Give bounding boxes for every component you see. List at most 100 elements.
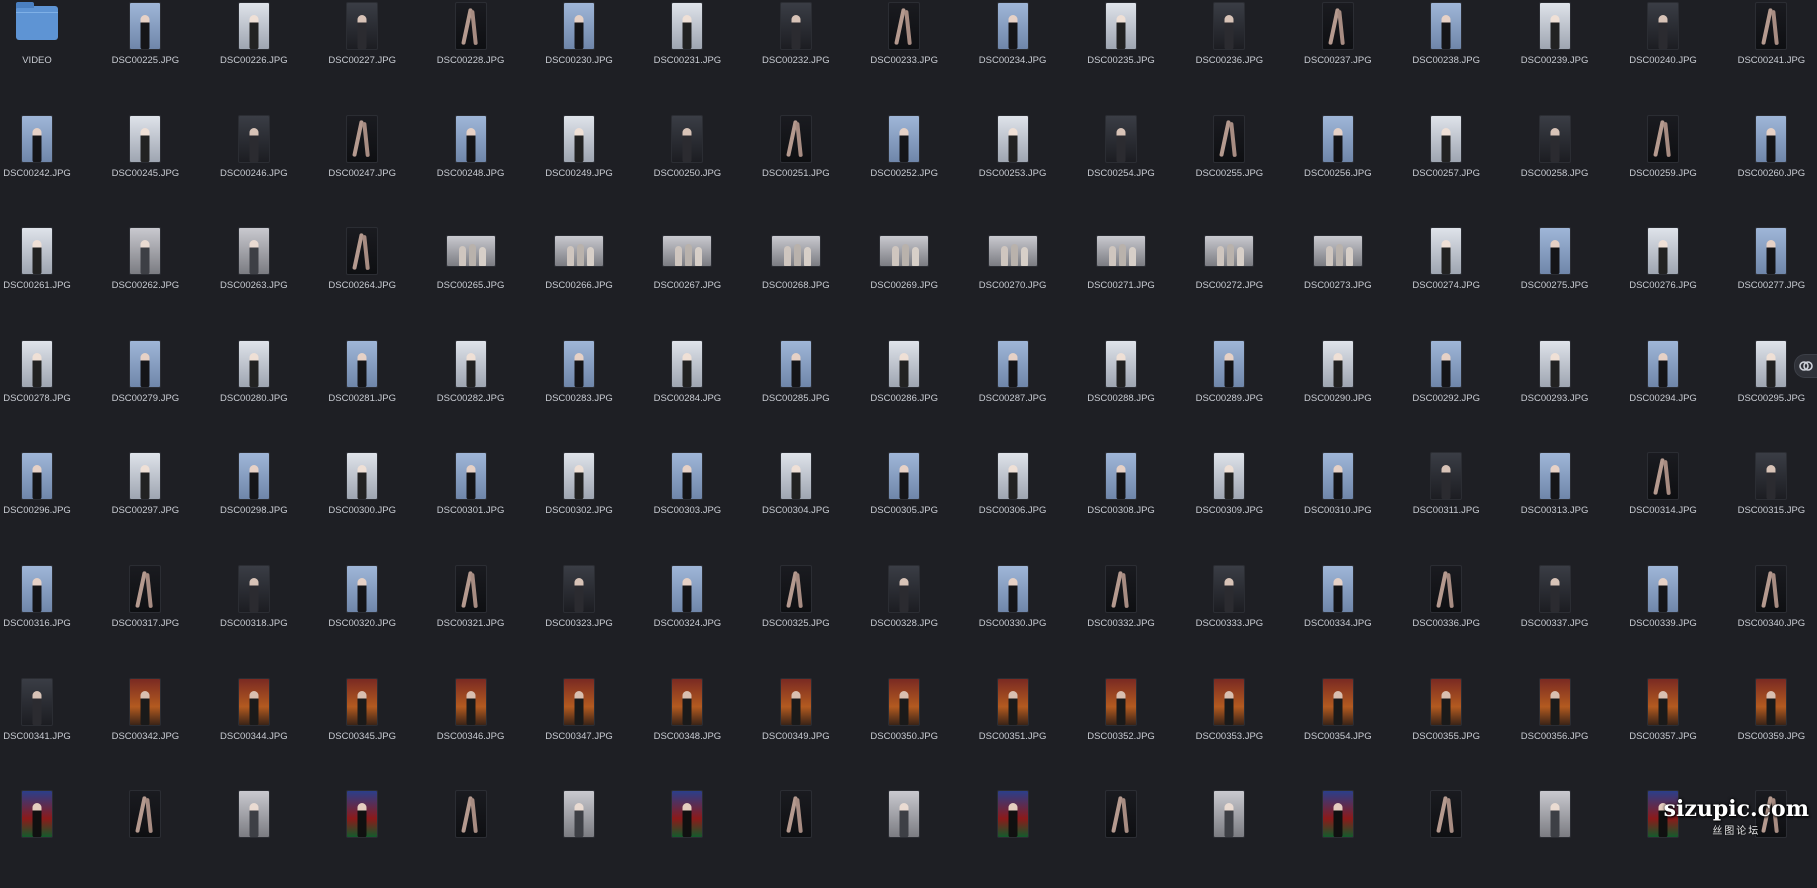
file-item[interactable]: DSC00315.JPG	[1723, 450, 1817, 550]
file-item[interactable]: DSC00287.JPG	[965, 338, 1061, 438]
file-item[interactable]: DSC00348.JPG	[639, 676, 735, 776]
file-item[interactable]: DSC00317.JPG	[97, 563, 193, 663]
file-item[interactable]: DSC00255.JPG	[1181, 113, 1277, 213]
file-item[interactable]: DSC00323.JPG	[531, 563, 627, 663]
file-item[interactable]: DSC00282.JPG	[423, 338, 519, 438]
file-item[interactable]: DSC00356.JPG	[1507, 676, 1603, 776]
file-item[interactable]	[1290, 788, 1386, 888]
file-item[interactable]: DSC00357.JPG	[1615, 676, 1711, 776]
file-item[interactable]: DSC00318.JPG	[206, 563, 302, 663]
file-item[interactable]: DSC00309.JPG	[1181, 450, 1277, 550]
file-item[interactable]: DSC00281.JPG	[314, 338, 410, 438]
file-item[interactable]: DSC00339.JPG	[1615, 563, 1711, 663]
file-item[interactable]: DSC00251.JPG	[748, 113, 844, 213]
file-item[interactable]: DSC00228.JPG	[423, 0, 519, 100]
file-item[interactable]: DSC00325.JPG	[748, 563, 844, 663]
file-item[interactable]: DSC00346.JPG	[423, 676, 519, 776]
file-item[interactable]: DSC00320.JPG	[314, 563, 410, 663]
file-item[interactable]: DSC00285.JPG	[748, 338, 844, 438]
file-item[interactable]: DSC00344.JPG	[206, 676, 302, 776]
file-item[interactable]: DSC00239.JPG	[1507, 0, 1603, 100]
file-item[interactable]: DSC00265.JPG	[423, 225, 519, 325]
file-item[interactable]: DSC00280.JPG	[206, 338, 302, 438]
file-item[interactable]: DSC00349.JPG	[748, 676, 844, 776]
file-item[interactable]: DSC00277.JPG	[1723, 225, 1817, 325]
file-item[interactable]	[1507, 788, 1603, 888]
file-item[interactable]	[965, 788, 1061, 888]
file-item[interactable]: DSC00250.JPG	[639, 113, 735, 213]
file-item[interactable]: DSC00276.JPG	[1615, 225, 1711, 325]
file-item[interactable]: DSC00330.JPG	[965, 563, 1061, 663]
file-item[interactable]: DSC00238.JPG	[1398, 0, 1494, 100]
file-item[interactable]: DSC00328.JPG	[856, 563, 952, 663]
file-item[interactable]: DSC00233.JPG	[856, 0, 952, 100]
file-item[interactable]: DSC00321.JPG	[423, 563, 519, 663]
file-item[interactable]: DSC00332.JPG	[1073, 563, 1169, 663]
file-item[interactable]: DSC00302.JPG	[531, 450, 627, 550]
file-item[interactable]: DSC00301.JPG	[423, 450, 519, 550]
folder-item[interactable]: VIDEO	[0, 0, 85, 100]
file-item[interactable]	[314, 788, 410, 888]
file-item[interactable]: DSC00294.JPG	[1615, 338, 1711, 438]
file-item[interactable]: DSC00351.JPG	[965, 676, 1061, 776]
file-item[interactable]: DSC00354.JPG	[1290, 676, 1386, 776]
file-item[interactable]: DSC00347.JPG	[531, 676, 627, 776]
file-item[interactable]: DSC00292.JPG	[1398, 338, 1494, 438]
file-item[interactable]	[1398, 788, 1494, 888]
file-item[interactable]: DSC00333.JPG	[1181, 563, 1277, 663]
file-item[interactable]: DSC00237.JPG	[1290, 0, 1386, 100]
file-item[interactable]: DSC00305.JPG	[856, 450, 952, 550]
file-item[interactable]: DSC00298.JPG	[206, 450, 302, 550]
file-item[interactable]: DSC00263.JPG	[206, 225, 302, 325]
file-item[interactable]: DSC00252.JPG	[856, 113, 952, 213]
file-item[interactable]: DSC00259.JPG	[1615, 113, 1711, 213]
file-item[interactable]: DSC00296.JPG	[0, 450, 85, 550]
file-item[interactable]: DSC00232.JPG	[748, 0, 844, 100]
file-item[interactable]: DSC00240.JPG	[1615, 0, 1711, 100]
file-item[interactable]: DSC00341.JPG	[0, 676, 85, 776]
file-item[interactable]: DSC00261.JPG	[0, 225, 85, 325]
file-item[interactable]: DSC00345.JPG	[314, 676, 410, 776]
file-item[interactable]: DSC00275.JPG	[1507, 225, 1603, 325]
file-item[interactable]: DSC00340.JPG	[1723, 563, 1817, 663]
file-item[interactable]: DSC00316.JPG	[0, 563, 85, 663]
file-item[interactable]: DSC00230.JPG	[531, 0, 627, 100]
file-item[interactable]: DSC00290.JPG	[1290, 338, 1386, 438]
file-item[interactable]: DSC00254.JPG	[1073, 113, 1169, 213]
file-item[interactable]: DSC00266.JPG	[531, 225, 627, 325]
file-item[interactable]: DSC00245.JPG	[97, 113, 193, 213]
file-item[interactable]: DSC00355.JPG	[1398, 676, 1494, 776]
file-item[interactable]: DSC00241.JPG	[1723, 0, 1817, 100]
file-item[interactable]: DSC00271.JPG	[1073, 225, 1169, 325]
file-item[interactable]	[206, 788, 302, 888]
file-item[interactable]: DSC00284.JPG	[639, 338, 735, 438]
file-item[interactable]: DSC00289.JPG	[1181, 338, 1277, 438]
file-item[interactable]: DSC00336.JPG	[1398, 563, 1494, 663]
file-item[interactable]: DSC00253.JPG	[965, 113, 1061, 213]
file-item[interactable]: DSC00262.JPG	[97, 225, 193, 325]
file-item[interactable]: DSC00235.JPG	[1073, 0, 1169, 100]
file-item[interactable]	[748, 788, 844, 888]
file-item[interactable]: DSC00256.JPG	[1290, 113, 1386, 213]
file-item[interactable]: DSC00264.JPG	[314, 225, 410, 325]
file-item[interactable]: DSC00293.JPG	[1507, 338, 1603, 438]
file-item[interactable]: DSC00283.JPG	[531, 338, 627, 438]
file-item[interactable]: DSC00236.JPG	[1181, 0, 1277, 100]
file-item[interactable]: DSC00297.JPG	[97, 450, 193, 550]
file-item[interactable]: DSC00278.JPG	[0, 338, 85, 438]
file-item[interactable]: DSC00286.JPG	[856, 338, 952, 438]
file-item[interactable]	[1073, 788, 1169, 888]
file-item[interactable]	[1181, 788, 1277, 888]
file-item[interactable]: DSC00258.JPG	[1507, 113, 1603, 213]
file-item[interactable]: DSC00249.JPG	[531, 113, 627, 213]
file-item[interactable]: DSC00257.JPG	[1398, 113, 1494, 213]
file-item[interactable]: DSC00226.JPG	[206, 0, 302, 100]
file-item[interactable]: DSC00304.JPG	[748, 450, 844, 550]
file-item[interactable]: DSC00279.JPG	[97, 338, 193, 438]
file-item[interactable]: DSC00334.JPG	[1290, 563, 1386, 663]
file-item[interactable]: DSC00303.JPG	[639, 450, 735, 550]
file-item[interactable]: DSC00306.JPG	[965, 450, 1061, 550]
file-item[interactable]	[97, 788, 193, 888]
file-item[interactable]: DSC00227.JPG	[314, 0, 410, 100]
file-item[interactable]: DSC00267.JPG	[639, 225, 735, 325]
